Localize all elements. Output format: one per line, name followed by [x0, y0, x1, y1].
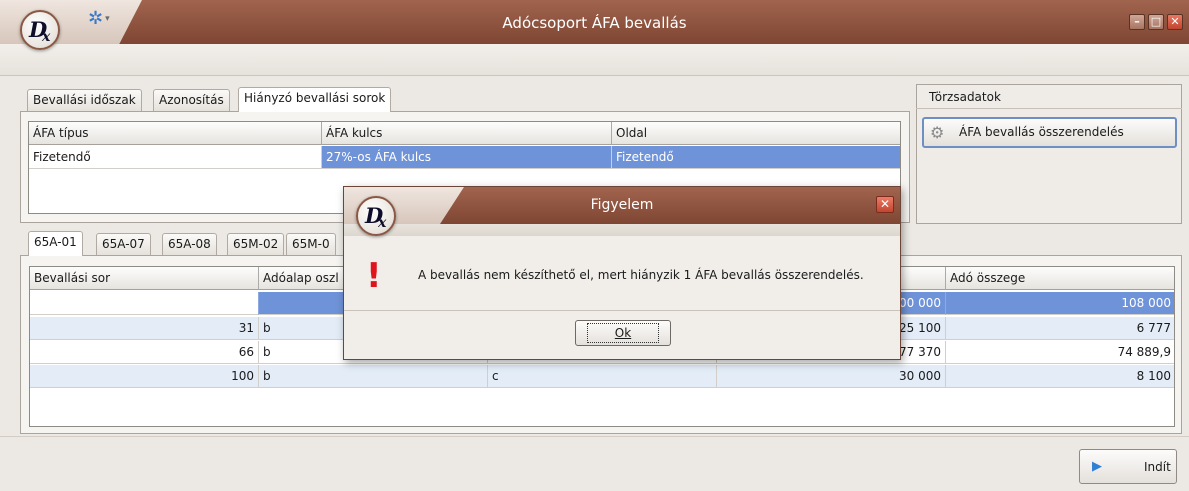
divider [344, 310, 900, 311]
tab-65a-01[interactable]: 65A-01 [28, 231, 83, 256]
ok-button-label: Ok [586, 323, 660, 343]
start-button-label: Indít [1144, 460, 1171, 474]
column-header-ado-osszege[interactable]: Adó összege [946, 267, 1174, 290]
column-header-afa-tipus[interactable]: ÁFA típus [29, 122, 322, 145]
cell-afa-tipus[interactable]: Fizetendő [29, 146, 322, 169]
afa-bevallas-osszerendeles-button[interactable]: ⚙ ÁFA bevallás összerendelés [922, 117, 1177, 148]
tab-bevallasi-idoszak[interactable]: Bevallási időszak [27, 89, 142, 112]
warning-dialog: Figyelem ✕ Dx ! A bevallás nem készíthet… [343, 186, 901, 360]
column-header-oldal[interactable]: Oldal [612, 122, 900, 145]
cell-ado-osszege[interactable]: 74 889,9 [946, 341, 1174, 364]
tab-hianyzo-bevallasi-sorok[interactable]: Hiányzó bevallási sorok [238, 87, 392, 112]
play-icon: ▶ [1092, 459, 1102, 474]
cell-adoalap[interactable]: b [259, 365, 488, 388]
minimize-button[interactable]: – [1129, 14, 1145, 30]
torzsadatok-panel [916, 84, 1182, 224]
cell-bevallasi-sor[interactable]: 31 [30, 317, 259, 340]
start-button[interactable]: ▶ Indít [1079, 449, 1177, 484]
tab-65a-08[interactable]: 65A-08 [162, 233, 217, 256]
gear-icon: ⚙ [930, 123, 945, 142]
dialog-titlebar: Figyelem ✕ [344, 187, 900, 224]
button-label: ÁFA bevallás összerendelés [959, 125, 1124, 139]
table-row[interactable]: 100 b c 30 000 8 100 [30, 365, 1174, 388]
column-header-afa-kulcs[interactable]: ÁFA kulcs [322, 122, 612, 145]
exclamation-icon: ! [366, 256, 382, 296]
tab-azonositas[interactable]: Azonosítás [153, 89, 230, 112]
cell-ado-osszege[interactable]: 108 000 [946, 292, 1174, 315]
torzsadatok-title: Törzsadatok [929, 90, 1001, 104]
cell-ado-osszege[interactable]: 8 100 [946, 365, 1174, 388]
chevron-down-icon: ▾ [105, 14, 110, 24]
cell-col3[interactable]: c [488, 365, 717, 388]
maximize-button[interactable]: □ [1148, 14, 1164, 30]
app-logo: Dx [20, 10, 60, 50]
table-row[interactable]: Fizetendő 27%-os ÁFA kulcs Fizetendő [29, 146, 900, 169]
tab-65a-07[interactable]: 65A-07 [96, 233, 151, 256]
close-button[interactable]: ✕ [1167, 14, 1183, 30]
gear-icon: ✲ [88, 8, 104, 29]
cell-oldal[interactable]: Fizetendő [612, 146, 900, 169]
dialog-message: A bevallás nem készíthető el, mert hiány… [418, 268, 864, 282]
cell-col4[interactable]: 30 000 [717, 365, 946, 388]
toolbar-strip [0, 44, 1189, 76]
divider [916, 108, 1182, 109]
tab-65m-02[interactable]: 65M-02 [227, 233, 285, 256]
dialog-strip [344, 224, 900, 236]
column-header-bevallasi-sor[interactable]: Bevallási sor [30, 267, 259, 290]
settings-menu-button[interactable]: ✲ ▾ [88, 8, 110, 29]
window-title: Adócsoport ÁFA bevallás [502, 14, 687, 32]
grid-header: ÁFA típus ÁFA kulcs Oldal [29, 122, 900, 145]
window-titlebar: Adócsoport ÁFA bevallás ✲ ▾ – □ ✕ [0, 0, 1189, 44]
dialog-logo: Dx [356, 196, 396, 236]
cell-bevallasi-sor[interactable]: 66 [30, 341, 259, 364]
bottom-bar [0, 436, 1189, 491]
dialog-title: Figyelem [590, 197, 654, 213]
tab-65m-0x[interactable]: 65M-0 [286, 233, 336, 256]
dialog-close-button[interactable]: ✕ [876, 196, 894, 213]
cell-bevallasi-sor[interactable]: 100 [30, 365, 259, 388]
cell-ado-osszege[interactable]: 6 777 [946, 317, 1174, 340]
cell-afa-kulcs[interactable]: 27%-os ÁFA kulcs [322, 146, 612, 169]
ok-button[interactable]: Ok [575, 320, 671, 346]
cell-bevallasi-sor[interactable] [30, 292, 259, 315]
